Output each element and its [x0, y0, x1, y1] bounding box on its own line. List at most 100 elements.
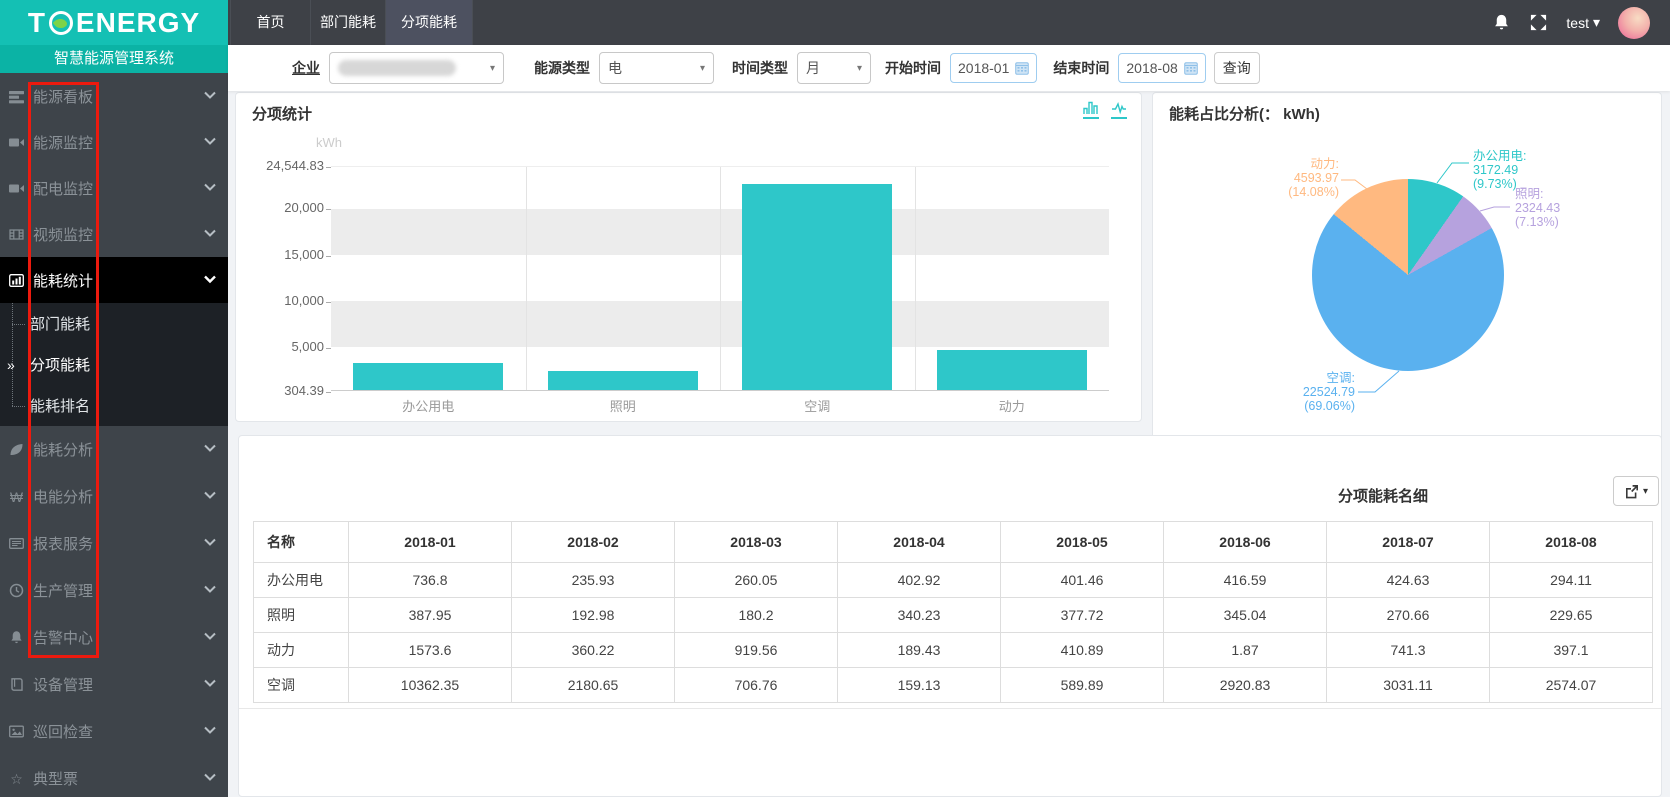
cell: 387.95	[349, 598, 512, 633]
user-menu[interactable]: test ▾	[1566, 14, 1600, 31]
avatar[interactable]	[1618, 7, 1650, 39]
sidebar-item-alarm-center[interactable]: 告警中心	[0, 614, 228, 661]
pie-label-line: 22524.79	[1279, 385, 1355, 399]
col-header: 2018-06	[1164, 522, 1327, 563]
col-header: 2018-03	[675, 522, 838, 563]
bar-slot	[720, 167, 915, 390]
detail-table-card: 分项能耗名细 ▾ 名称 2018-01 2018-02 2018-03 2018…	[238, 435, 1662, 797]
cell: 706.76	[675, 668, 838, 703]
row-name: 动力	[254, 633, 349, 668]
start-date-input[interactable]: 2018-01	[950, 53, 1037, 83]
chevron-down-icon	[204, 676, 216, 693]
bar-chart-type-icon[interactable]	[1083, 101, 1099, 119]
bell-icon	[8, 630, 25, 645]
col-header: 2018-01	[349, 522, 512, 563]
bar-slot	[331, 167, 526, 390]
line-chart-type-icon[interactable]	[1111, 101, 1127, 119]
cell: 2180.65	[512, 668, 675, 703]
fullscreen-icon[interactable]	[1529, 13, 1548, 32]
sidebar-menu: 能源看板 能源监控 配电监控 视频监控 能耗统计 部门能耗	[0, 73, 228, 797]
tab-department-energy[interactable]: 部门能耗	[310, 0, 385, 45]
chevron-down-icon	[204, 770, 216, 787]
energy-type-select[interactable]: 电 ▾	[599, 52, 714, 84]
col-header: 2018-04	[838, 522, 1001, 563]
sidebar-item-electric-analysis[interactable]: ₩ 电能分析	[0, 473, 228, 520]
chevron-down-icon	[204, 180, 216, 197]
x-tick: 空调	[720, 396, 915, 415]
export-icon	[1624, 484, 1639, 499]
chevron-down-icon	[204, 488, 216, 505]
sidebar-item-label: 巡回检查	[33, 721, 204, 742]
content-area: 分项统计 kWh 24,544.83 20,000 15,000 10,000 …	[228, 91, 1670, 797]
cell: 402.92	[838, 563, 1001, 598]
time-type-select[interactable]: 月 ▾	[797, 52, 871, 84]
cell: 416.59	[1164, 563, 1327, 598]
image-icon	[8, 724, 25, 739]
cell: 229.65	[1490, 598, 1653, 633]
sidebar-item-production-management[interactable]: 生产管理	[0, 567, 228, 614]
table-row: 办公用电 736.8 235.93 260.05 402.92 401.46 4…	[254, 563, 1653, 598]
cell: 410.89	[1001, 633, 1164, 668]
sidebar-subitem-subitem-energy[interactable]: » 分项能耗	[0, 344, 228, 385]
end-date-input[interactable]: 2018-08	[1118, 53, 1205, 83]
book-icon	[8, 677, 25, 692]
sidebar-item-label: 能源监控	[33, 132, 204, 153]
chevron-down-icon	[204, 226, 216, 243]
sidebar-subitem-department-energy[interactable]: 部门能耗	[0, 303, 228, 344]
notification-bell-icon[interactable]	[1492, 13, 1511, 32]
sidebar-item-video-monitor[interactable]: 视频监控	[0, 211, 228, 257]
x-tick: 照明	[526, 396, 721, 415]
chevron-down-icon	[204, 582, 216, 599]
start-time-label: 开始时间	[885, 58, 941, 78]
col-header: 2018-08	[1490, 522, 1653, 563]
bar-lighting	[548, 371, 698, 390]
cell: 397.1	[1490, 633, 1653, 668]
tab-subitem-energy[interactable]: 分项能耗	[385, 0, 473, 45]
sidebar-item-label: 告警中心	[33, 627, 204, 648]
sidebar-item-energy-board[interactable]: 能源看板	[0, 73, 228, 119]
chevron-down-icon: ▾	[1643, 486, 1648, 497]
sidebar-item-label: 能源看板	[33, 86, 204, 107]
col-header: 2018-07	[1327, 522, 1490, 563]
sidebar-item-typical-ticket[interactable]: ☆ 典型票	[0, 755, 228, 797]
cell: 340.23	[838, 598, 1001, 633]
chevron-down-icon	[204, 535, 216, 552]
top-navbar: 首页 部门能耗 分项能耗 test ▾	[228, 0, 1670, 45]
film-icon	[8, 227, 25, 242]
sidebar-subitem-energy-ranking[interactable]: 能耗排名	[0, 385, 228, 426]
bar-plot-area	[331, 166, 1109, 391]
chevron-down-icon: ▾	[851, 63, 862, 74]
export-button[interactable]: ▾	[1613, 476, 1659, 506]
sidebar-subitem-label: 部门能耗	[30, 313, 90, 334]
cell: 360.22	[512, 633, 675, 668]
cell: 1.87	[1164, 633, 1327, 668]
clock-icon	[8, 583, 25, 598]
sidebar-item-power-distribution-monitor[interactable]: 配电监控	[0, 165, 228, 211]
x-tick: 办公用电	[331, 396, 526, 415]
query-button[interactable]: 查询	[1214, 52, 1260, 84]
time-type-value: 月	[806, 58, 820, 78]
energy-ratio-card: 能耗占比分析(： kWh) 动力: 4593.97 (14.08%) 办公用电:…	[1152, 92, 1662, 451]
sidebar-item-label: 能耗统计	[33, 270, 204, 291]
pie-label-line: 办公用电:	[1473, 149, 1526, 163]
bar-slot	[915, 167, 1110, 390]
row-name: 空调	[254, 668, 349, 703]
y-tick: 5,000	[236, 339, 324, 354]
company-select[interactable]: ▾	[329, 52, 504, 84]
pie-label-line: 4593.97	[1251, 171, 1339, 185]
sidebar-item-energy-monitor[interactable]: 能源监控	[0, 119, 228, 165]
pie-label-line: (69.06%)	[1279, 399, 1355, 413]
sidebar-item-energy-statistics[interactable]: 能耗统计	[0, 257, 228, 303]
tab-home[interactable]: 首页	[230, 0, 310, 45]
sidebar-item-label: 典型票	[33, 768, 204, 789]
sidebar-item-report-service[interactable]: 报表服务	[0, 520, 228, 567]
col-header: 名称	[254, 522, 349, 563]
sidebar: T ENERGY 智慧能源管理系统 能源看板 能源监控 配电监控 视频监控 能耗…	[0, 0, 228, 797]
sidebar-item-label: 视频监控	[33, 224, 204, 245]
chevron-down-icon	[204, 723, 216, 740]
sidebar-item-device-management[interactable]: 设备管理	[0, 661, 228, 708]
sidebar-item-energy-analysis[interactable]: 能耗分析	[0, 426, 228, 473]
app-logo: T ENERGY	[0, 0, 228, 45]
chevron-down-icon: ▾	[694, 63, 705, 74]
sidebar-item-patrol-inspection[interactable]: 巡回检查	[0, 708, 228, 755]
